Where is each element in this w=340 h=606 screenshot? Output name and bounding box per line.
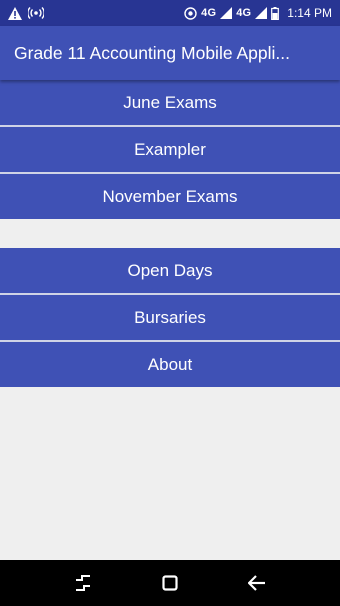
exam-menu: June Exams Exampler November Exams [0, 80, 340, 219]
status-bar: 4G 4G 1:14 PM [0, 0, 340, 26]
warning-icon [8, 6, 22, 20]
app-bar: Grade 11 Accounting Mobile Appli... [0, 26, 340, 80]
about-button[interactable]: About [0, 342, 340, 387]
bursaries-button[interactable]: Bursaries [0, 295, 340, 342]
status-right: 4G 4G 1:14 PM [184, 6, 332, 20]
back-icon[interactable] [237, 563, 277, 603]
exampler-button[interactable]: Exampler [0, 127, 340, 174]
open-days-button[interactable]: Open Days [0, 248, 340, 295]
app-title: Grade 11 Accounting Mobile Appli... [14, 42, 290, 63]
home-icon[interactable] [150, 563, 190, 603]
november-exams-button[interactable]: November Exams [0, 174, 340, 219]
network-type-1: 4G [201, 7, 217, 19]
recents-icon[interactable] [63, 563, 103, 603]
signal-icon [255, 6, 268, 20]
status-left [8, 6, 44, 20]
system-nav-bar [0, 560, 340, 606]
network-type-2: 4G [236, 7, 252, 19]
clock: 1:14 PM [287, 6, 332, 20]
broadcast-icon [28, 6, 44, 20]
signal-icon [220, 6, 233, 20]
info-menu: Open Days Bursaries About [0, 248, 340, 387]
hotspot-icon [184, 6, 197, 20]
battery-icon [271, 6, 280, 20]
june-exams-button[interactable]: June Exams [0, 80, 340, 127]
